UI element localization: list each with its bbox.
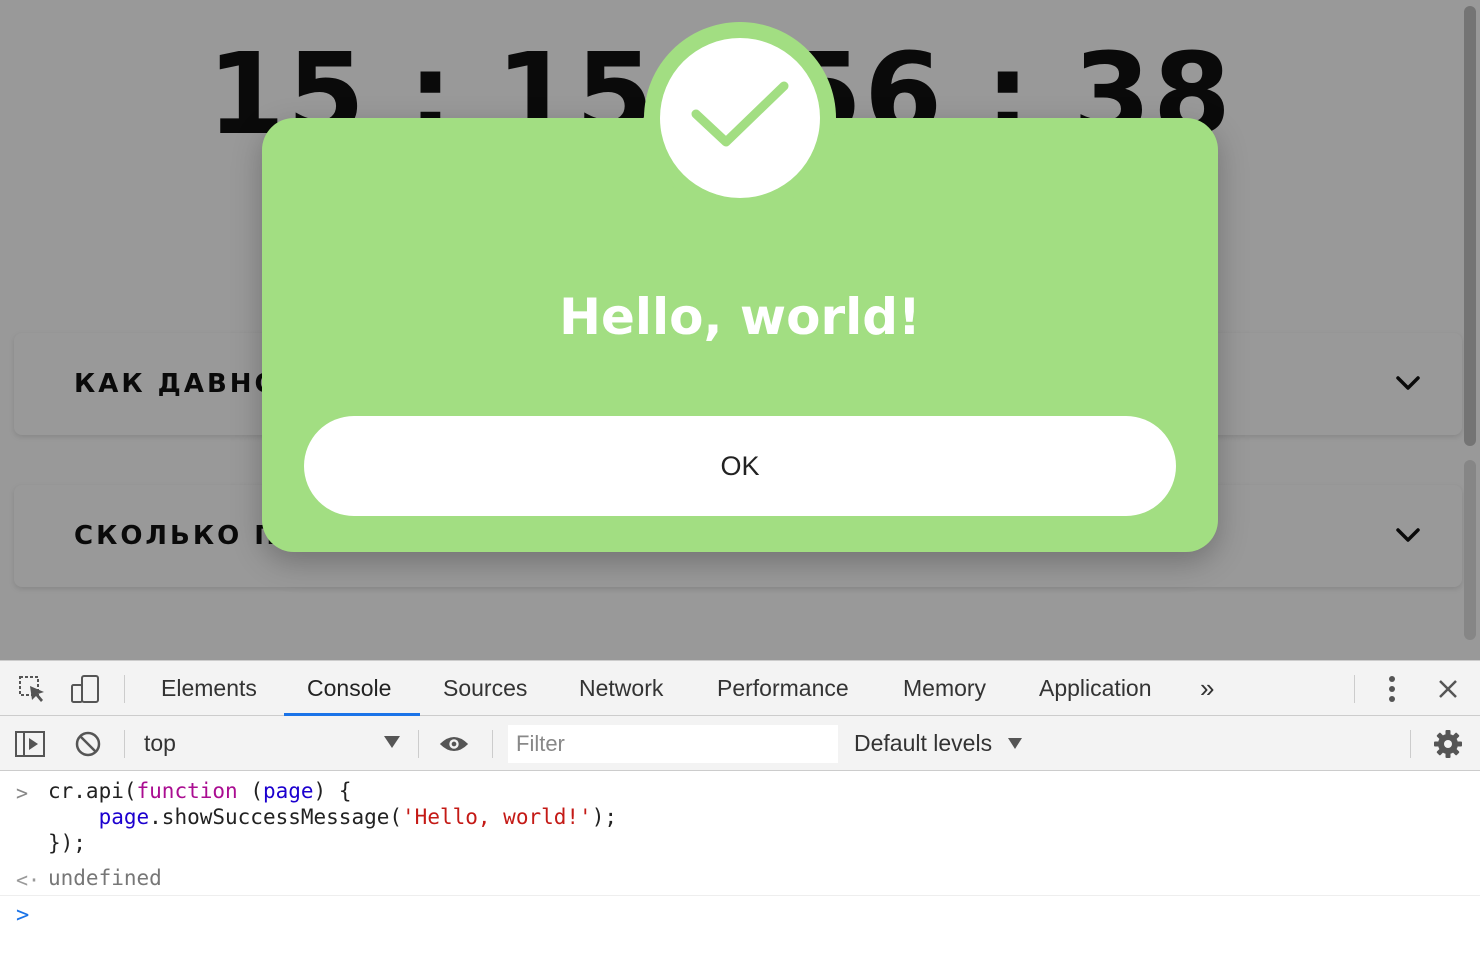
devtools-panel: Elements Console Sources Network Perform… <box>0 660 1480 960</box>
console-toolbar: top Default levels <box>0 716 1480 771</box>
sidebar-toggle-icon[interactable] <box>14 728 46 760</box>
tab-memory[interactable]: Memory <box>903 661 986 716</box>
clear-console-icon[interactable] <box>72 728 104 760</box>
live-expression-eye-icon[interactable] <box>438 728 470 760</box>
log-levels-dropdown[interactable]: Default levels <box>854 716 992 771</box>
console-filter-input[interactable] <box>508 725 838 763</box>
tab-console[interactable]: Console <box>307 661 391 716</box>
console-result: undefined <box>48 866 162 890</box>
console-input-line: }); <box>48 831 86 855</box>
tab-network[interactable]: Network <box>579 661 663 716</box>
console-input-line: cr.api(function (page) { <box>48 779 352 803</box>
devtools-tabbar: Elements Console Sources Network Perform… <box>0 661 1480 716</box>
console-prompt-icon[interactable]: > <box>16 903 29 928</box>
more-options-icon[interactable] <box>1376 673 1408 705</box>
console-input-line: page.showSuccessMessage('Hello, world!')… <box>98 805 617 829</box>
close-icon[interactable] <box>1432 673 1464 705</box>
context-selector[interactable]: top <box>144 716 176 771</box>
device-toolbar-icon[interactable] <box>70 673 102 705</box>
inspect-element-icon[interactable] <box>16 673 48 705</box>
tab-elements[interactable]: Elements <box>161 661 257 716</box>
check-icon <box>691 81 789 147</box>
input-prompt-icon: > <box>16 781 29 805</box>
context-dropdown-arrow[interactable] <box>384 736 400 748</box>
result-arrow-icon: <· <box>16 868 41 892</box>
console-settings-gear-icon[interactable] <box>1432 728 1464 760</box>
ok-button[interactable]: OK <box>304 416 1176 516</box>
tab-sources[interactable]: Sources <box>443 661 527 716</box>
page-viewport: 15 : 15 : 56 : 38 КАК ДАВНО СКОЛЬКО П He… <box>0 0 1480 660</box>
tab-performance[interactable]: Performance <box>717 661 849 716</box>
tab-application[interactable]: Application <box>1039 661 1152 716</box>
console-output[interactable]: > cr.api(function (page) { page.showSucc… <box>0 771 1480 960</box>
success-badge <box>644 22 836 214</box>
levels-dropdown-arrow[interactable] <box>1008 738 1022 749</box>
modal-title: Hello, world! <box>559 288 921 346</box>
more-tabs-button[interactable]: » <box>1200 661 1214 716</box>
